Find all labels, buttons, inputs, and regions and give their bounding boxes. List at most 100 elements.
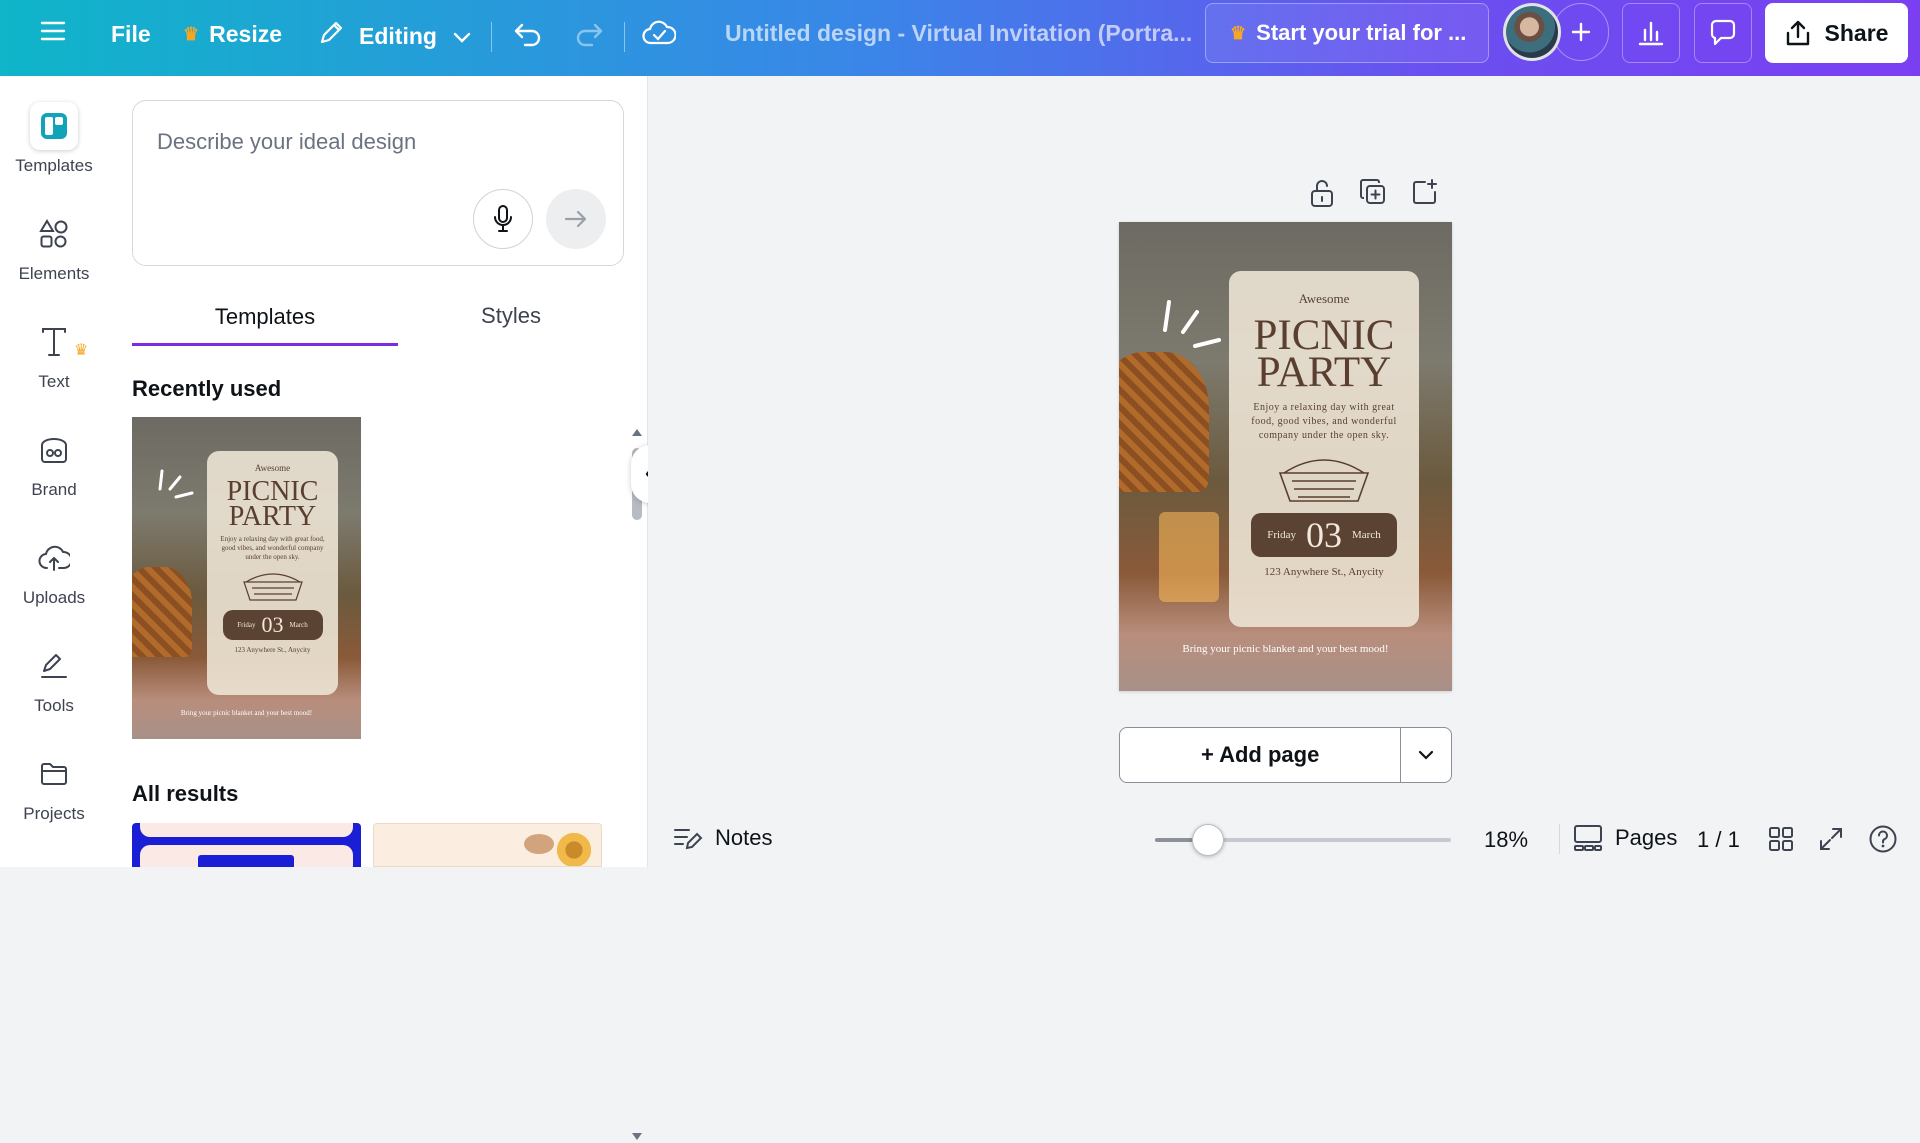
folder-icon <box>39 750 69 798</box>
editing-mode-button[interactable]: Editing <box>317 19 471 53</box>
lock-icon[interactable] <box>1309 178 1335 213</box>
result-thumbnail[interactable] <box>373 823 602 867</box>
poster-title-2: PARTY <box>1256 349 1392 396</box>
pages-button[interactable]: Pages <box>1573 824 1677 852</box>
panel-scrollbar[interactable] <box>630 350 644 1140</box>
microphone-icon <box>494 205 512 232</box>
resize-label: Resize <box>209 21 283 47</box>
file-menu-button[interactable]: File <box>111 21 151 48</box>
start-trial-button[interactable]: ♛ Start your trial for ... <box>1205 3 1489 63</box>
poster-month: March <box>1352 529 1381 541</box>
poster-address: 123 Anywhere St., Anycity <box>234 646 311 654</box>
share-label: Share <box>1824 19 1889 46</box>
poster-kicker: Awesome <box>254 463 291 473</box>
zoom-slider[interactable] <box>1155 824 1451 856</box>
basket-image <box>1119 352 1209 492</box>
rail-label: Text <box>38 372 70 391</box>
add-page-icon[interactable] <box>1411 178 1439 213</box>
prompt-input[interactable]: Describe your ideal design <box>157 129 416 155</box>
poster-day: Friday <box>237 621 256 629</box>
rail-item-uploads[interactable]: Uploads <box>0 534 108 608</box>
scroll-down-icon <box>632 1133 642 1140</box>
date-pill: Friday 03 March <box>1251 513 1397 557</box>
send-prompt-button[interactable] <box>546 189 606 249</box>
tab-styles[interactable]: Styles <box>378 290 644 342</box>
poster-date: 03 <box>261 612 284 637</box>
notes-button[interactable]: Notes <box>673 825 772 851</box>
rail-item-text[interactable]: Text <box>0 318 108 392</box>
rail-label: Elements <box>18 264 90 283</box>
upload-cloud-icon <box>38 534 70 582</box>
rail-item-projects[interactable]: Projects <box>0 750 108 824</box>
comments-button[interactable] <box>1694 3 1752 63</box>
pages-icon <box>1574 825 1602 851</box>
arrow-right-icon <box>564 210 587 228</box>
section-title-all-results: All results <box>132 781 239 806</box>
top-toolbar: File ♛ Resize Editing Untitled design - … <box>0 0 1920 76</box>
sparkle-icon <box>158 469 194 499</box>
trial-label: Start your trial for ... <box>1256 20 1467 45</box>
add-page-options-button[interactable] <box>1401 728 1451 782</box>
grid-view-icon[interactable] <box>1768 826 1794 858</box>
panel-tabs: Templates Styles <box>132 290 624 346</box>
zoom-value[interactable]: 18% <box>1484 827 1528 853</box>
recent-template-thumbnail[interactable]: Awesome PICNIC PARTY Enjoy a relaxing da… <box>132 417 361 739</box>
rail-item-elements[interactable]: Elements <box>0 210 108 284</box>
share-icon <box>1786 20 1809 46</box>
poster-kicker: Awesome <box>1298 291 1350 306</box>
main-menu-icon[interactable] <box>40 20 66 42</box>
pencil-icon <box>317 19 345 53</box>
toolbar-divider <box>491 22 492 52</box>
microphone-button[interactable] <box>473 189 533 249</box>
add-page-control: + Add page <box>1119 727 1452 783</box>
page-tools <box>1309 178 1439 213</box>
poster-body: Enjoy a relaxing day with great food, go… <box>1251 402 1397 441</box>
templates-panel: Describe your ideal design Templates Sty… <box>108 76 648 1140</box>
rail-item-tools[interactable]: Tools <box>0 642 108 716</box>
invite-plus-button[interactable] <box>1553 3 1609 61</box>
resize-button[interactable]: ♛ Resize <box>183 21 282 48</box>
section-title-recently-used: Recently used <box>132 376 282 401</box>
help-icon[interactable] <box>1868 824 1898 860</box>
notes-icon <box>674 829 703 850</box>
text-icon <box>40 318 68 366</box>
insights-button[interactable] <box>1622 3 1680 63</box>
poster-footer: Bring your picnic blanket and your best … <box>1182 643 1389 655</box>
redo-icon[interactable] <box>574 21 604 47</box>
poster-body: Enjoy a relaxing day with great food, go… <box>220 535 325 561</box>
plus-icon <box>1571 22 1591 42</box>
poster-month: March <box>289 621 308 629</box>
document-title[interactable]: Untitled design - Virtual Invitation (Po… <box>725 20 1192 47</box>
brand-icon <box>38 426 70 474</box>
rail-label: Projects <box>23 804 85 823</box>
poster-date: 03 <box>1306 515 1342 555</box>
chevron-down-icon <box>1419 750 1434 760</box>
bar-chart-icon <box>1638 21 1664 46</box>
pages-label: Pages <box>1615 825 1678 850</box>
editing-label: Editing <box>359 22 437 49</box>
tab-templates[interactable]: Templates <box>132 290 398 346</box>
undo-icon[interactable] <box>513 21 543 47</box>
cloud-saved-icon[interactable] <box>642 19 676 47</box>
elements-icon <box>39 210 69 258</box>
rail-item-brand[interactable]: Brand <box>0 426 108 500</box>
fullscreen-icon[interactable] <box>1818 826 1844 858</box>
templates-icon <box>30 102 78 150</box>
avatar[interactable] <box>1503 3 1561 61</box>
zoom-slider-handle[interactable] <box>1192 824 1224 856</box>
left-rail: Templates Elements Text Brand Uploads To… <box>0 76 108 867</box>
invitation-card: Awesome PICNIC PARTY Enjoy a relaxing da… <box>1229 271 1419 627</box>
comment-icon <box>1710 19 1736 46</box>
result-thumbnail[interactable] <box>132 823 361 867</box>
poster-title-2: PARTY <box>228 501 317 532</box>
page-counter[interactable]: 1 / 1 <box>1697 827 1740 853</box>
design-prompt-box[interactable]: Describe your ideal design <box>132 100 624 266</box>
share-button[interactable]: Share <box>1765 3 1908 63</box>
sparkle-icon <box>1163 300 1221 348</box>
duplicate-page-icon[interactable] <box>1359 178 1387 213</box>
add-page-button[interactable]: + Add page <box>1120 728 1402 782</box>
rail-item-templates[interactable]: Templates <box>0 102 108 176</box>
rail-label: Uploads <box>22 588 86 607</box>
design-page[interactable]: Awesome PICNIC PARTY Enjoy a relaxing da… <box>1119 222 1452 691</box>
rail-label: Tools <box>34 696 74 715</box>
